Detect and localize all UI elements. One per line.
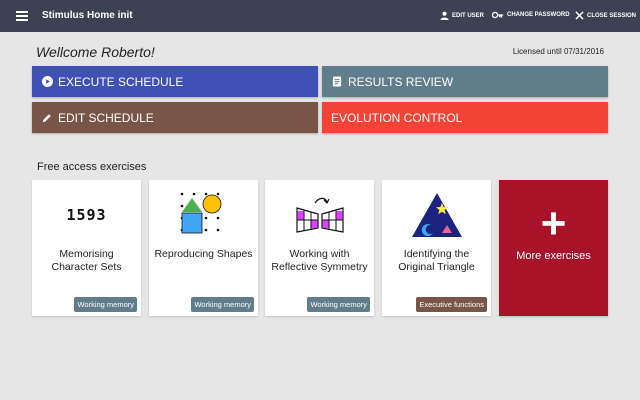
execute-schedule-label: EXECUTE SCHEDULE (58, 74, 184, 89)
shapes-grid-icon (149, 190, 258, 240)
exercise-card-reproducing-shapes[interactable]: Reproducing Shapes Working memory (149, 180, 258, 316)
assignment-icon (331, 76, 343, 88)
play-circle-icon (41, 76, 53, 88)
category-badge: Working memory (74, 297, 137, 312)
category-badge: Working memory (307, 297, 370, 312)
execute-schedule-button[interactable]: EXECUTE SCHEDULE (32, 66, 318, 97)
edit-schedule-label: EDIT SCHEDULE (58, 110, 154, 125)
category-badge: Working memory (191, 297, 254, 312)
menu-icon[interactable] (16, 11, 28, 21)
close-session-button[interactable]: CLOSE SESSION (575, 11, 636, 20)
close-session-label: CLOSE SESSION (587, 12, 637, 19)
evolution-control-button[interactable]: EVOLUTION CONTROL (322, 102, 608, 133)
exercise-title: Working with Reflective Symmetry (271, 248, 368, 273)
results-review-button[interactable]: RESULTS REVIEW (322, 66, 608, 97)
exercise-title: Memorising Character Sets (51, 248, 122, 273)
evolution-control-label: EVOLUTION CONTROL (331, 110, 463, 125)
exercise-card-original-triangle[interactable]: Identifying the Original Triangle Execut… (382, 180, 491, 316)
exercise-title: Identifying the Original Triangle (398, 248, 475, 273)
edit-schedule-button[interactable]: EDIT SCHEDULE (32, 102, 318, 133)
section-title: Free access exercises (37, 161, 147, 173)
top-app-bar: Stimulus Home init EDIT USER CHANGE PASS… (0, 0, 640, 32)
edit-user-button[interactable]: EDIT USER (440, 11, 484, 20)
change-password-button[interactable]: CHANGE PASSWORD (492, 11, 570, 19)
person-icon (440, 11, 449, 20)
triangle-icon (382, 190, 491, 240)
pencil-icon (41, 112, 53, 124)
license-info: Licensed until 07/31/2016 (512, 47, 604, 56)
app-title: Stimulus Home init (42, 10, 133, 21)
edit-user-label: EDIT USER (452, 12, 485, 19)
exercise-card-reflective-symmetry[interactable]: Working with Reflective Symmetry Working… (265, 180, 374, 316)
close-icon (575, 11, 584, 20)
exercise-image: 1593 (32, 190, 141, 240)
plus-icon: + (540, 199, 567, 248)
symmetry-icon (265, 190, 374, 240)
more-exercises-label: More exercises (516, 250, 591, 262)
change-password-label: CHANGE PASSWORD (507, 12, 570, 18)
category-badge: Executive functions (416, 297, 487, 312)
welcome-greeting: Wellcome Roberto! (36, 44, 155, 60)
character-set-text: 1593 (66, 206, 107, 224)
results-review-label: RESULTS REVIEW (348, 74, 454, 89)
exercise-card-memorising-character-sets[interactable]: 1593 Memorising Character Sets Working m… (32, 180, 141, 316)
exercise-title: Reproducing Shapes (154, 248, 253, 260)
more-exercises-card[interactable]: + More exercises (499, 180, 608, 316)
key-icon (492, 11, 504, 19)
